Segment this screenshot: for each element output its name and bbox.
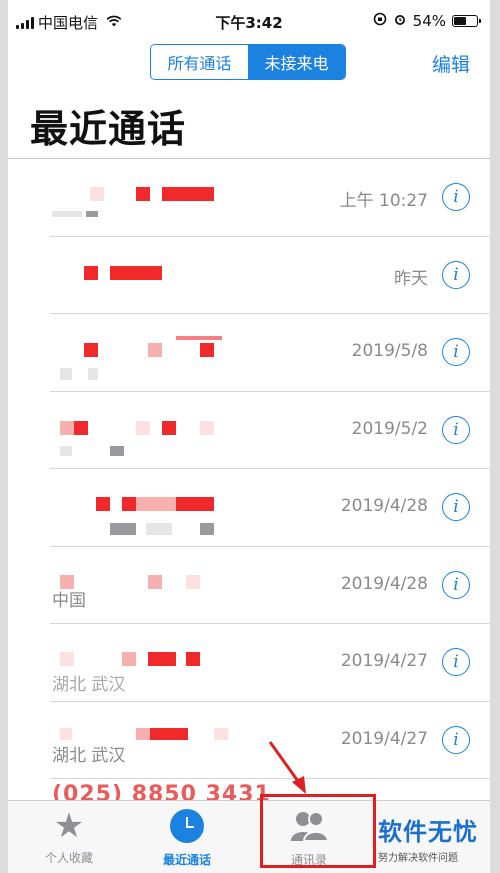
info-button[interactable]: i bbox=[442, 570, 470, 599]
call-row[interactable]: 湖北 武汉 2019/4/27 i bbox=[50, 702, 490, 779]
edit-button[interactable]: 编辑 bbox=[432, 50, 470, 77]
call-filter-segmented-control: 所有通话 未接来电 bbox=[150, 44, 346, 80]
clock-icon bbox=[132, 809, 242, 847]
watermark-sub: 努力解决软件问题 bbox=[378, 853, 458, 864]
call-time: 昨天 bbox=[394, 268, 428, 289]
call-row[interactable]: 上午 10:27 i bbox=[50, 159, 490, 237]
battery-icon bbox=[452, 15, 481, 27]
status-bar: 中国电信 下午3:42 54% bbox=[8, 0, 490, 40]
call-location: 湖北 武汉 bbox=[52, 674, 126, 695]
info-button[interactable]: i bbox=[442, 648, 470, 676]
info-button[interactable]: i bbox=[442, 725, 470, 754]
call-time: 2019/4/27 bbox=[340, 728, 428, 749]
info-button[interactable]: i bbox=[442, 415, 470, 444]
call-location: 中国 bbox=[52, 591, 86, 611]
redacted-name bbox=[50, 314, 270, 380]
call-row[interactable]: 昨天 i bbox=[50, 237, 490, 314]
call-time: 上午 10:27 bbox=[339, 191, 428, 211]
info-button[interactable]: i bbox=[442, 260, 470, 289]
redacted-name bbox=[50, 392, 270, 456]
call-row[interactable]: 2019/5/2 i bbox=[50, 392, 490, 469]
call-row[interactable]: 2019/5/8 i bbox=[50, 314, 490, 392]
tab-favorites[interactable]: ★ 个人收藏 bbox=[14, 807, 124, 866]
watermark-logo: 软件无忧 努力解决软件问题 bbox=[378, 812, 490, 864]
info-button[interactable]: i bbox=[442, 493, 470, 521]
info-button[interactable]: i bbox=[442, 183, 470, 211]
call-time: 2019/4/27 bbox=[340, 651, 428, 671]
call-time: 2019/4/28 bbox=[340, 573, 428, 594]
call-time: 2019/5/8 bbox=[351, 341, 428, 361]
redacted-name bbox=[50, 159, 270, 219]
phone-screen: 中国电信 下午3:42 54% 所有通话 未接来电 编辑 最近通话 上午 10:… bbox=[8, 0, 490, 873]
recent-calls-list: 上午 10:27 i 昨天 i 2019/5/8 i 2019/5/2 i 20… bbox=[8, 159, 490, 779]
annotation-highlight-box bbox=[260, 794, 376, 868]
status-right: 54% bbox=[373, 12, 481, 30]
redacted-name bbox=[50, 469, 270, 535]
info-button[interactable]: i bbox=[442, 338, 470, 366]
tab-recents[interactable]: 最近通话 bbox=[132, 807, 242, 868]
tab-label: 最近通话 bbox=[162, 853, 211, 867]
orientation-lock-icon bbox=[373, 12, 387, 30]
call-location: 湖北 武汉 bbox=[52, 746, 126, 766]
segment-missed-calls[interactable]: 未接来电 bbox=[248, 45, 345, 79]
star-icon: ★ bbox=[53, 806, 85, 846]
call-row[interactable]: 中国 2019/4/28 i bbox=[50, 547, 490, 624]
redacted-name bbox=[50, 237, 270, 297]
call-row[interactable]: 2019/4/28 i bbox=[50, 469, 490, 547]
page-title: 最近通话 bbox=[30, 107, 187, 151]
call-time: 2019/5/2 bbox=[351, 418, 428, 439]
segment-all-calls[interactable]: 所有通话 bbox=[151, 45, 248, 79]
tab-label: 个人收藏 bbox=[44, 851, 93, 865]
alarm-icon bbox=[393, 12, 407, 30]
battery-percent: 54% bbox=[412, 12, 446, 30]
watermark-main: 软件无忧 bbox=[378, 818, 478, 846]
call-row[interactable]: 湖北 武汉 2019/4/27 i bbox=[50, 624, 490, 702]
call-time: 2019/4/28 bbox=[340, 496, 428, 516]
